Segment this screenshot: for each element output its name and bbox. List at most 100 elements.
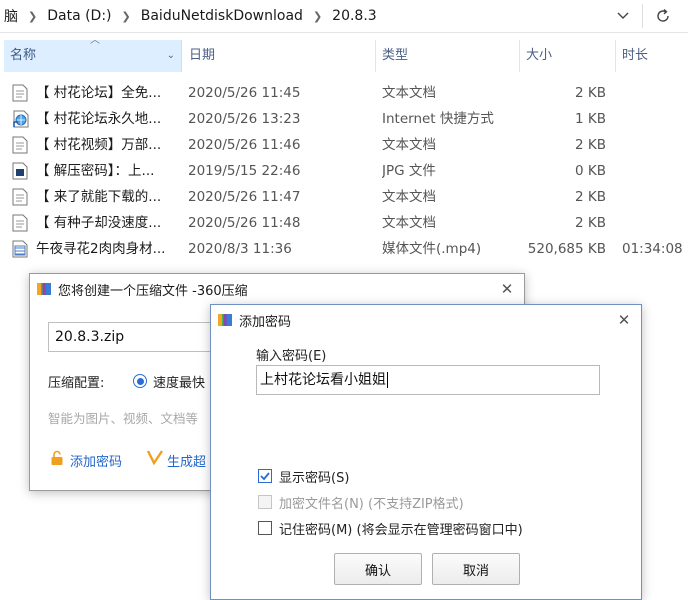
table-row[interactable]: 【 解压密码】：上... 2019/5/15 22:46 JPG 文件 0 KB: [0, 158, 688, 184]
table-row[interactable]: 【 有种子却没速度... 2020/5/26 11:48 文本文档 2 KB: [0, 210, 688, 236]
file-date: 2019/5/15 22:46: [188, 163, 301, 179]
password-input[interactable]: 上村花论坛看小姐姐: [256, 365, 600, 395]
file-date: 2020/5/26 11:48: [188, 215, 301, 231]
file-name: 【 村花论坛永久地...: [36, 111, 162, 127]
file-type: JPG 文件: [382, 163, 436, 179]
file-date: 2020/5/26 11:46: [188, 137, 301, 153]
file-duration: 01:34:08: [622, 241, 683, 257]
file-name: 【 村花视频】万部...: [36, 137, 162, 153]
password-input-value: 上村花论坛看小姐姐: [260, 372, 386, 388]
table-row[interactable]: 【 村花论坛永久地... 2020/5/26 13:23 Internet 快捷…: [0, 106, 688, 132]
encrypt-filenames-label: 加密文件名(N) (不支持ZIP格式): [279, 497, 464, 512]
column-header-duration[interactable]: 时长: [615, 40, 688, 72]
internet-shortcut-icon: [12, 110, 30, 128]
column-headers: ︿ 名称 ⌄ 日期 类型 大小 时长: [0, 35, 688, 72]
password-dialog-titlebar[interactable]: 添加密码: [211, 305, 641, 335]
close-icon[interactable]: ✕: [615, 311, 633, 329]
column-header-name-label: 名称: [10, 48, 37, 63]
password-input-label: 输入密码(E): [256, 349, 327, 364]
add-password-dialog: 添加密码 ✕ 输入密码(E) 上村花论坛看小姐姐 显示密码(S) 加密文件名(N…: [210, 304, 642, 600]
close-icon[interactable]: ✕: [498, 280, 516, 298]
file-date: 2020/8/3 11:36: [188, 241, 292, 257]
remember-password-label[interactable]: 记住密码(M) (将会显示在管理密码窗口中): [279, 519, 523, 538]
text-caret: [387, 372, 388, 388]
address-bar[interactable]: 脑 ❯ Data (D:) ❯ BaiduNetdiskDownload ❯ 2…: [0, 0, 688, 33]
breadcrumb-separator-icon[interactable]: ❯: [116, 10, 137, 23]
chevron-down-icon[interactable]: ⌄: [167, 40, 175, 72]
file-date: 2020/5/26 11:47: [188, 189, 301, 205]
checkmark-v-icon[interactable]: [146, 449, 163, 469]
generate-link[interactable]: 生成超: [167, 451, 206, 470]
file-type: 文本文档: [382, 215, 436, 231]
lock-icon[interactable]: [50, 450, 64, 470]
file-size: 1 KB: [575, 111, 606, 127]
video-file-icon: [12, 240, 30, 258]
breadcrumb: 脑 ❯ Data (D:) ❯ BaiduNetdiskDownload ❯ 2…: [0, 0, 381, 32]
file-type: 媒体文件(.mp4): [382, 241, 482, 257]
file-name: 【 村花论坛】全免...: [36, 85, 162, 101]
file-type: 文本文档: [382, 137, 436, 153]
file-date: 2020/5/26 11:45: [188, 85, 301, 101]
divider: [642, 4, 643, 28]
file-type: 文本文档: [382, 189, 436, 205]
confirm-button[interactable]: 确认: [334, 553, 422, 585]
archive-app-icon: [217, 312, 233, 328]
add-password-link[interactable]: 添加密码: [70, 451, 122, 470]
file-duration: [622, 80, 688, 106]
table-row[interactable]: 【 村花视频】万部... 2020/5/26 11:46 文本文档 2 KB: [0, 132, 688, 158]
refresh-icon[interactable]: [650, 4, 676, 28]
table-row[interactable]: 【 村花论坛】全免... 2020/5/26 11:45 文本文档 2 KB: [0, 80, 688, 106]
file-name: 午夜寻花2肉肉身材...: [36, 241, 166, 257]
file-type: 文本文档: [382, 85, 436, 101]
zip-dialog-title: 您将创建一个压缩文件 -360压缩: [58, 283, 248, 299]
checkmark-icon: [260, 472, 270, 481]
column-header-type[interactable]: 类型: [375, 40, 519, 72]
file-size: 2 KB: [575, 215, 606, 231]
column-header-size[interactable]: 大小: [519, 40, 615, 72]
archive-app-icon: [36, 281, 52, 297]
column-header-name[interactable]: ︿ 名称 ⌄: [4, 35, 182, 72]
file-name: 【 来了就能下载的...: [36, 189, 162, 205]
compress-hint-text: 智能为图片、视频、文档等: [48, 411, 199, 426]
file-duration: [622, 184, 688, 210]
zip-dialog-titlebar[interactable]: 您将创建一个压缩文件 -360压缩: [30, 274, 524, 304]
speed-fastest-radio[interactable]: [133, 374, 147, 388]
file-duration: [622, 106, 688, 132]
text-file-icon: [12, 214, 30, 232]
text-file-icon: [12, 136, 30, 154]
table-row[interactable]: 午夜寻花2肉肉身材... 2020/8/3 11:36 媒体文件(.mp4) 5…: [0, 236, 688, 262]
file-duration: [622, 210, 688, 236]
breadcrumb-computer[interactable]: 脑: [0, 6, 22, 26]
remember-password-checkbox[interactable]: [258, 521, 272, 535]
table-row[interactable]: 【 来了就能下载的... 2020/5/26 11:47 文本文档 2 KB: [0, 184, 688, 210]
breadcrumb-separator-icon[interactable]: ❯: [307, 10, 328, 23]
file-duration: [622, 158, 688, 184]
speed-fastest-label[interactable]: 速度最快: [153, 372, 205, 391]
breadcrumb-folder-baidu[interactable]: BaiduNetdiskDownload: [137, 8, 307, 24]
show-password-label[interactable]: 显示密码(S): [279, 467, 349, 486]
text-file-icon: [12, 188, 30, 206]
text-file-icon: [12, 84, 30, 102]
chevron-down-icon[interactable]: [612, 6, 634, 26]
image-file-icon: [12, 162, 30, 180]
zip-filename-input[interactable]: 20.8.3.zip: [48, 322, 228, 352]
file-date: 2020/5/26 13:23: [188, 111, 301, 127]
compress-config-label: 压缩配置:: [48, 376, 105, 391]
file-size: 2 KB: [575, 189, 606, 205]
file-name: 【 解压密码】：上...: [36, 163, 155, 179]
sort-up-icon: ︿: [90, 35, 100, 46]
breadcrumb-folder-current[interactable]: 20.8.3: [328, 8, 381, 24]
file-duration: [622, 132, 688, 158]
file-type: Internet 快捷方式: [382, 111, 494, 127]
file-size: 0 KB: [575, 163, 606, 179]
file-size: 520,685 KB: [527, 241, 606, 257]
show-password-checkbox[interactable]: [258, 469, 272, 483]
file-size: 2 KB: [575, 85, 606, 101]
password-dialog-title: 添加密码: [239, 314, 292, 330]
column-header-date[interactable]: 日期: [183, 40, 375, 72]
file-size: 2 KB: [575, 137, 606, 153]
breadcrumb-separator-icon[interactable]: ❯: [22, 10, 43, 23]
breadcrumb-drive-d[interactable]: Data (D:): [43, 8, 115, 24]
cancel-button[interactable]: 取消: [432, 553, 520, 585]
encrypt-filenames-checkbox: [258, 495, 272, 509]
